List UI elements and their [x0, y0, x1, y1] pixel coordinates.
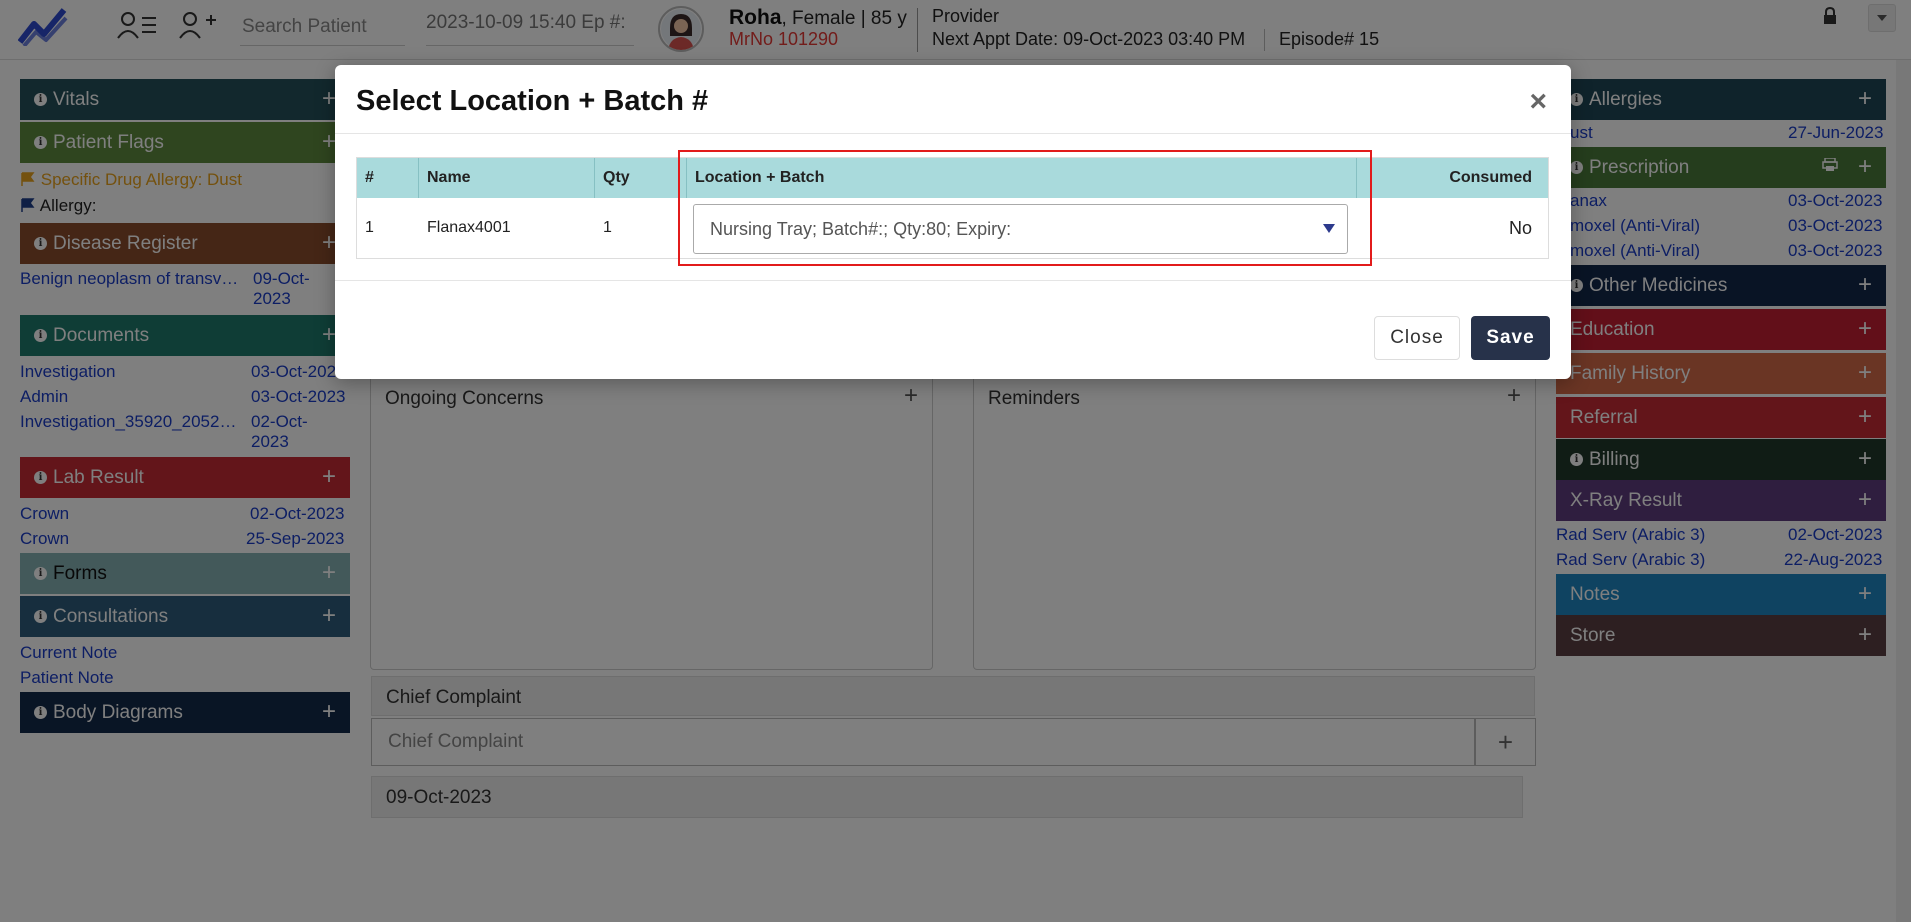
cell-num: 1 [365, 219, 374, 236]
select-location-batch-modal: Select Location + Batch # × # Name Qty L… [335, 65, 1571, 379]
chevron-down-icon [1323, 224, 1335, 233]
table-header: # Name Qty Location + Batch Consumed [357, 158, 1548, 198]
modal-divider [335, 133, 1571, 134]
close-icon[interactable]: × [1529, 85, 1547, 119]
location-batch-selected-value: Nursing Tray; Batch#:; Qty:80; Expiry: [710, 218, 1012, 239]
cell-consumed: No [1508, 217, 1532, 238]
column-header-num: # [357, 158, 419, 198]
column-header-qty: Qty [595, 158, 687, 198]
close-button[interactable]: Close [1374, 316, 1460, 360]
column-header-name: Name [419, 158, 595, 198]
column-header-consumed: Consumed [1449, 169, 1532, 186]
cell-qty: 1 [603, 219, 612, 236]
modal-footer-divider [335, 280, 1571, 281]
column-header-location-batch: Location + Batch [687, 158, 1357, 198]
location-batch-select[interactable]: Nursing Tray; Batch#:; Qty:80; Expiry: [693, 204, 1348, 254]
save-button[interactable]: Save [1471, 316, 1550, 360]
modal-title: Select Location + Batch # [356, 85, 709, 117]
cell-name: Flanax4001 [427, 219, 511, 236]
